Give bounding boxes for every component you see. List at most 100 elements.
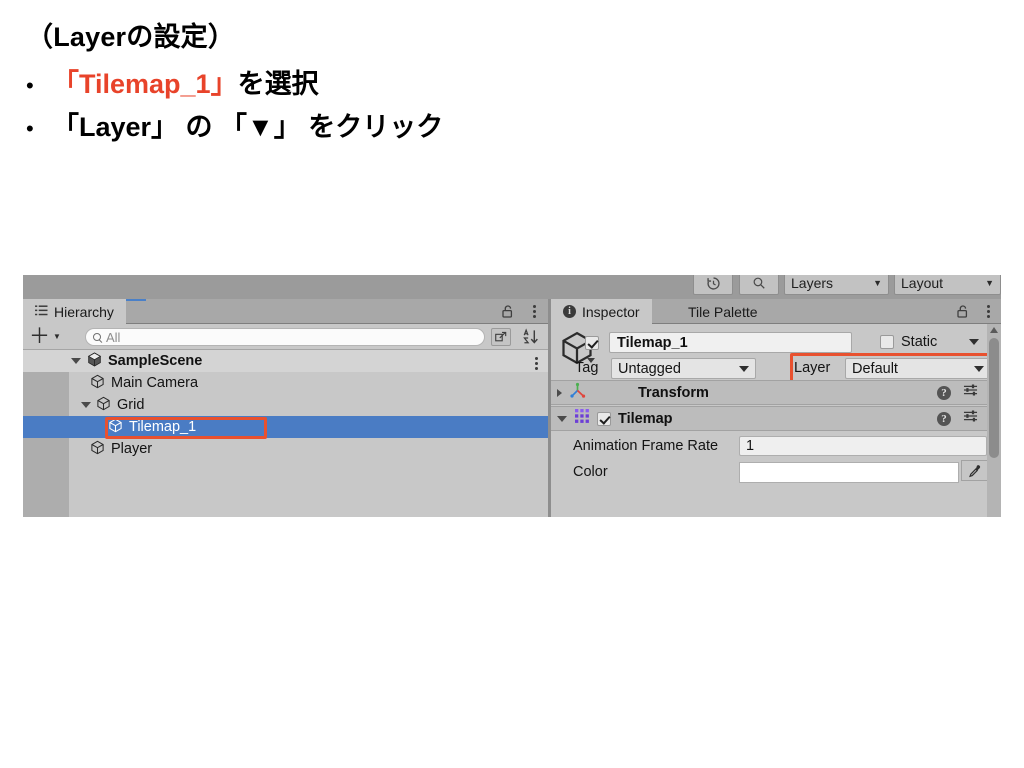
layers-dropdown-label: Layers: [791, 275, 834, 291]
transform-axis-icon: [569, 382, 586, 404]
search-icon: [93, 333, 101, 341]
list-item[interactable]: Grid: [23, 394, 548, 416]
hierarchy-tabbar: Hierarchy: [23, 299, 548, 324]
gameobject-name-value: Tilemap_1: [617, 334, 688, 351]
unity-toolbar: Layers ▼ Layout ▼: [23, 275, 1001, 299]
tag-value: Untagged: [618, 360, 681, 377]
chevron-down-icon: [739, 365, 749, 372]
open-in-new-window-icon[interactable]: [491, 328, 511, 346]
layout-dropdown-label: Layout: [901, 275, 944, 291]
tab-hierarchy[interactable]: Hierarchy: [23, 299, 126, 324]
layer-label: Layer: [794, 360, 831, 376]
tilemap-grid-icon: [574, 408, 590, 429]
hierarchy-panel: Hierarchy ＋ ▼ All SampleScene Main Camer…: [23, 299, 548, 517]
hierarchy-search-placeholder: All: [106, 329, 121, 345]
gameobject-header: Tilemap_1 Static Tag Untagged Layer Defa…: [551, 324, 1001, 384]
history-clock-icon[interactable]: [693, 275, 733, 295]
layers-dropdown[interactable]: Layers ▼: [784, 275, 889, 295]
search-icon[interactable]: [739, 275, 779, 295]
static-checkbox[interactable]: [880, 335, 894, 349]
unity-scene-icon: [87, 352, 102, 371]
component-header-tilemap[interactable]: Tilemap ?: [551, 406, 1001, 431]
bullet-marker-icon: •: [26, 73, 34, 98]
tag-dropdown[interactable]: Untagged: [611, 358, 756, 379]
lock-open-icon[interactable]: [502, 305, 514, 318]
gameobject-cube-icon: [96, 396, 111, 415]
hierarchy-list-icon: [35, 304, 48, 320]
eyedropper-icon[interactable]: [961, 460, 988, 481]
bullet-marker-icon: •: [26, 116, 34, 141]
twisty-expanded-icon[interactable]: [71, 358, 81, 364]
inspector-body: Tilemap_1 Static Tag Untagged Layer Defa…: [551, 324, 1001, 517]
chevron-down-icon: ▼: [53, 332, 61, 341]
tab-inspector-label: Inspector: [582, 303, 640, 320]
layer-value: Default: [852, 360, 898, 377]
lock-open-icon[interactable]: [957, 305, 969, 318]
bullet-2-text: 「Layer」 の 「▼」 をクリック: [52, 112, 444, 142]
kebab-menu-icon[interactable]: [533, 305, 536, 318]
bullet-item-2: • 「Layer」 の 「▼」 をクリック: [26, 105, 443, 144]
bullet-1-highlight-text: 「Tilemap_1」: [52, 69, 238, 99]
list-item-selected[interactable]: Tilemap_1: [23, 416, 548, 438]
list-item[interactable]: Main Camera: [23, 372, 548, 394]
component-actions: ?: [937, 383, 993, 402]
page-title: （Layerの設定）: [26, 22, 236, 52]
gameobject-name-field[interactable]: Tilemap_1: [609, 332, 852, 353]
layer-dropdown[interactable]: Default: [845, 358, 991, 379]
tab-inspector[interactable]: i Inspector: [551, 299, 652, 324]
property-label: Color: [573, 464, 608, 480]
component-title: Transform: [638, 384, 709, 401]
add-gameobject-button[interactable]: ＋ ▼: [29, 325, 61, 348]
inspector-tabbar: i Inspector Tile Palette: [551, 299, 1001, 324]
bullet-1-rest-text: を選択: [237, 69, 319, 99]
preset-sliders-icon[interactable]: [963, 409, 978, 428]
gameobject-enabled-checkbox[interactable]: [585, 336, 599, 350]
plus-icon: ＋: [29, 325, 50, 348]
component-title: Tilemap: [618, 410, 673, 427]
gameobject-cube-icon: [90, 374, 105, 393]
kebab-menu-icon[interactable]: [535, 357, 538, 370]
property-label: Animation Frame Rate: [573, 438, 719, 454]
gameobject-cube-icon: [108, 418, 123, 437]
list-item-label: Tilemap_1: [129, 419, 197, 435]
info-icon: i: [563, 305, 576, 318]
twisty-expanded-icon[interactable]: [81, 402, 91, 408]
hierarchy-toolbar: ＋ ▼ All: [23, 324, 548, 350]
bullet-item-1: • 「Tilemap_1」 を選択: [26, 62, 319, 101]
chevron-down-icon: ▼: [985, 278, 994, 288]
component-enabled-checkbox[interactable]: [597, 411, 611, 426]
hierarchy-tree: SampleScene Main Camera Grid Tilemap_1 P…: [23, 350, 548, 517]
inspector-panel: i Inspector Tile Palette Tilemap_1 Stati…: [551, 299, 1001, 517]
animation-frame-rate-input[interactable]: 1: [739, 436, 987, 456]
list-item-label: Player: [111, 441, 153, 457]
help-icon[interactable]: ?: [937, 385, 951, 400]
scroll-up-arrow-icon[interactable]: [990, 327, 998, 333]
twisty-expanded-icon[interactable]: [557, 415, 567, 422]
list-item[interactable]: Player: [23, 438, 548, 460]
layout-dropdown[interactable]: Layout ▼: [894, 275, 1001, 295]
tab-hierarchy-label: Hierarchy: [54, 303, 114, 320]
kebab-menu-icon[interactable]: [987, 305, 990, 318]
tag-label: Tag: [575, 360, 599, 376]
chevron-down-icon: ▼: [873, 278, 882, 288]
help-icon[interactable]: ?: [937, 411, 951, 426]
property-row-animation-frame-rate: Animation Frame Rate 1: [551, 434, 1001, 458]
list-item-label: Main Camera: [111, 375, 199, 391]
inspector-scrollbar[interactable]: [987, 324, 1001, 517]
list-item[interactable]: SampleScene: [23, 350, 548, 372]
component-header-transform[interactable]: Transform ?: [551, 380, 1001, 405]
alphabetical-sort-icon[interactable]: [521, 327, 540, 346]
preset-sliders-icon[interactable]: [963, 383, 978, 402]
color-swatch-field[interactable]: [739, 461, 959, 483]
property-row-color: Color: [551, 460, 1001, 484]
gameobject-cube-icon: [90, 440, 105, 459]
list-item-label: SampleScene: [108, 353, 203, 369]
hierarchy-search-input[interactable]: All: [85, 328, 485, 346]
scrollbar-thumb[interactable]: [989, 338, 999, 458]
component-actions: ?: [937, 409, 993, 428]
static-label: Static: [901, 334, 938, 350]
tab-tile-palette[interactable]: Tile Palette: [676, 299, 770, 324]
tab-tile-palette-label: Tile Palette: [688, 303, 758, 320]
chevron-down-icon[interactable]: [969, 339, 979, 345]
twisty-collapsed-icon[interactable]: [557, 388, 562, 397]
